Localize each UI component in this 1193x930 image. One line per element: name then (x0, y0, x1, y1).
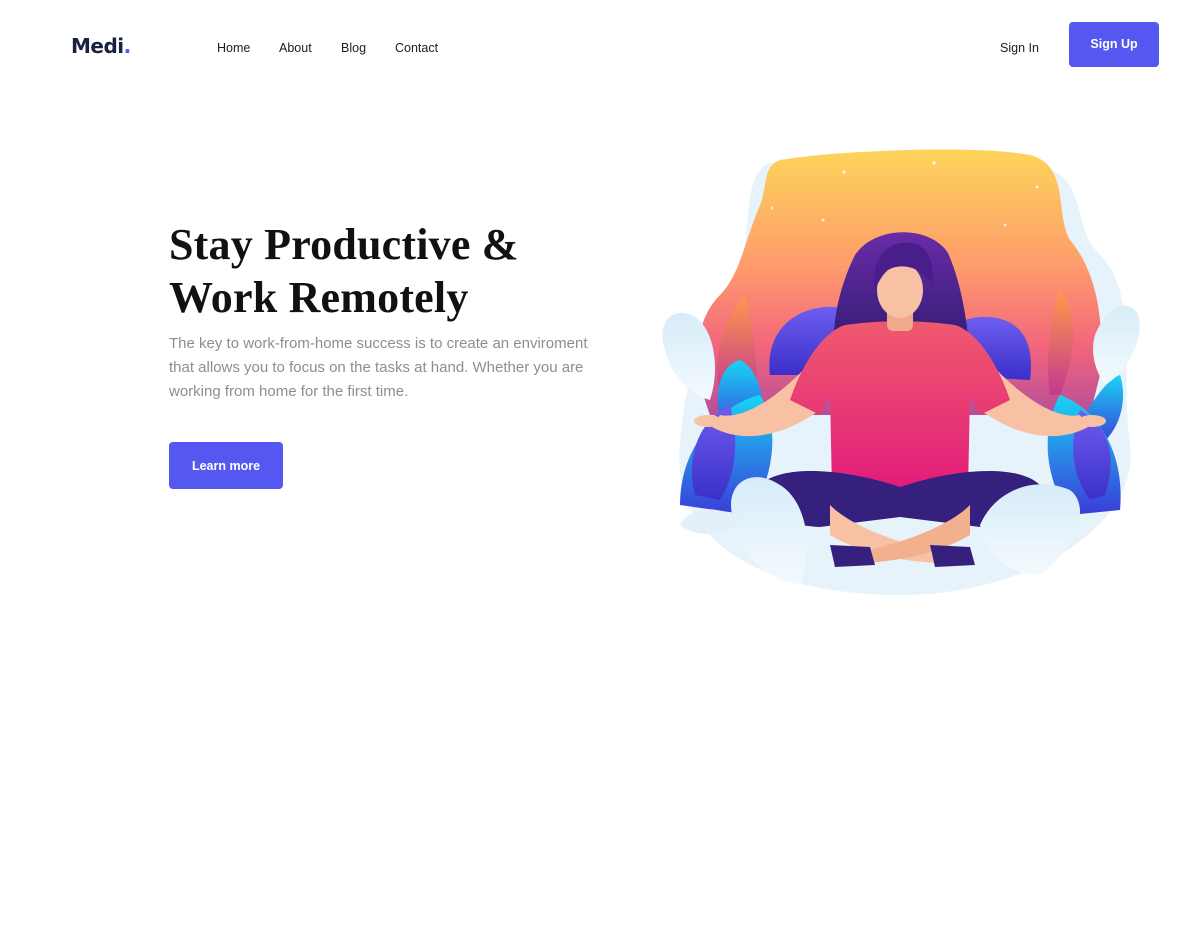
logo-text: Medi (71, 34, 124, 58)
nav-about-link[interactable]: About (279, 41, 312, 55)
hero-description: The key to work-from-home success is to … (169, 335, 588, 400)
sign-up-button[interactable]: Sign Up (1069, 22, 1159, 67)
hero-title-line-1: Stay Productive & (169, 220, 519, 269)
hero-title-line-2: Work Remotely (169, 273, 469, 322)
learn-more-button[interactable]: Learn more (169, 442, 283, 489)
sign-in-link[interactable]: Sign In (1000, 41, 1039, 55)
nav-home-link[interactable]: Home (217, 41, 250, 55)
logo[interactable]: Medi. (71, 34, 131, 58)
nav-contact-link[interactable]: Contact (395, 41, 438, 55)
hero-title: Stay Productive & Work Remotely (169, 218, 589, 324)
meditating-woman-illustration (650, 145, 1150, 605)
nav-blog-link[interactable]: Blog (341, 41, 366, 55)
logo-dot: . (123, 34, 132, 58)
